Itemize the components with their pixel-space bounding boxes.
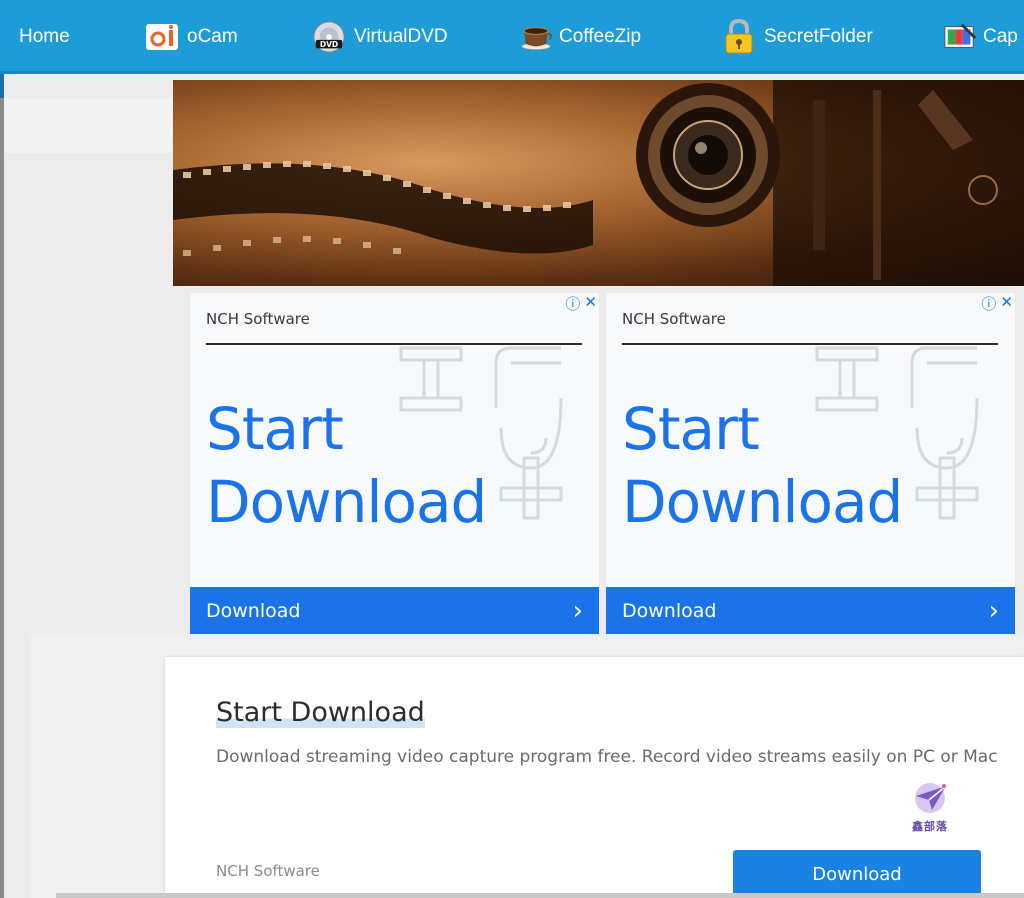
top-nav: Home oCam DVD VirtualDVD CoffeeZip Secre… [0, 0, 1024, 74]
card-brand: NCH Software [216, 862, 320, 880]
padlock-icon [722, 19, 756, 54]
card-title[interactable]: Start Download [216, 697, 425, 728]
nav-ocam[interactable]: oCam [145, 0, 238, 74]
ad-card-2[interactable]: ⓘ ✕ NCH Software Start Download Download… [606, 293, 1015, 634]
nav-coffeezip[interactable]: CoffeeZip [519, 0, 641, 74]
site-watermark: 鑫部落 [907, 782, 953, 834]
nav-coffeezip-label: CoffeeZip [559, 26, 642, 47]
chevron-right-icon: › [988, 595, 999, 626]
ad-card-1[interactable]: ⓘ ✕ NCH Software Start Download Download… [190, 293, 599, 634]
horizontal-scrollbar[interactable] [56, 893, 1024, 898]
nav-ocam-label: oCam [187, 26, 238, 47]
ad-brand: NCH Software [206, 310, 310, 328]
ad-headline-line1: Start [206, 395, 344, 463]
card-download-button[interactable]: Download [733, 850, 981, 898]
paper-plane-logo-icon [915, 783, 947, 813]
nav-secretfolder[interactable]: SecretFolder [722, 0, 873, 74]
download-card: Start Download Download streaming video … [165, 657, 1024, 898]
ad-headline-line2: Download [206, 468, 487, 536]
ad-download-label: Download [206, 599, 301, 622]
close-icon[interactable]: ✕ [1000, 293, 1013, 314]
ad-download-button[interactable]: Download › [190, 587, 599, 634]
nav-virtualdvd-label: VirtualDVD [354, 26, 448, 47]
banner-image [173, 80, 1024, 286]
nav-capture-label: Cap [983, 26, 1018, 47]
svg-text:DVD: DVD [320, 40, 338, 49]
left-edge-strip [0, 74, 4, 98]
watermark-text: 鑫部落 [912, 820, 948, 833]
ad-controls: ⓘ ✕ [565, 293, 597, 314]
ad-headline-line2: Download [622, 468, 903, 536]
dvd-icon: DVD [312, 20, 346, 54]
coffee-cup-icon [519, 20, 553, 54]
info-icon[interactable]: ⓘ [565, 293, 580, 314]
nav-virtualdvd[interactable]: DVD VirtualDVD [312, 0, 448, 74]
close-icon[interactable]: ✕ [584, 293, 597, 314]
side-panel [4, 98, 172, 153]
nav-home[interactable]: Home [19, 0, 70, 74]
ad-headline: Start Download [206, 393, 487, 539]
chevron-right-icon: › [572, 595, 583, 626]
ad-controls: ⓘ ✕ [981, 293, 1013, 314]
card-description: Download streaming video capture program… [216, 747, 998, 767]
info-icon[interactable]: ⓘ [981, 293, 996, 314]
ad-download-label: Download [622, 599, 717, 622]
ad-download-button[interactable]: Download › [606, 587, 1015, 634]
ad-headline-line1: Start [622, 395, 760, 463]
capture-icon [943, 20, 977, 54]
ocam-icon [145, 20, 179, 54]
nav-secretfolder-label: SecretFolder [764, 26, 873, 47]
nav-capture[interactable]: Cap [943, 0, 1018, 74]
left-edge-strip-dark [0, 98, 4, 898]
ad-brand: NCH Software [622, 310, 726, 328]
nav-home-label: Home [19, 26, 70, 47]
ad-headline: Start Download [622, 393, 903, 539]
